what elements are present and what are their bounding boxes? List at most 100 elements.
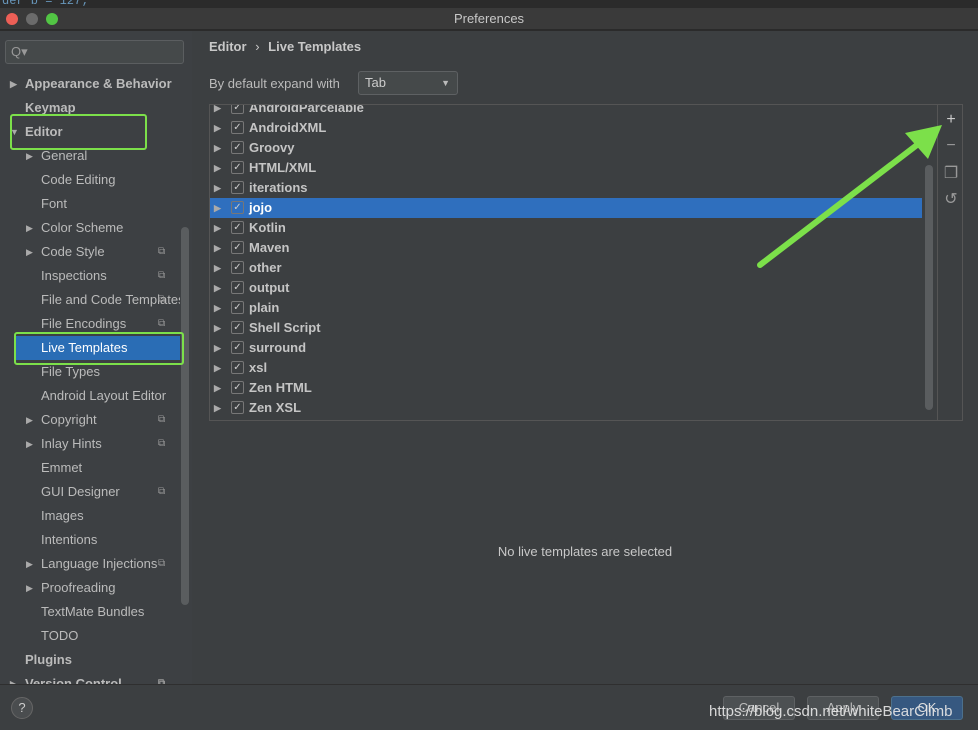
sidebar-item-intentions[interactable]: Intentions [0,528,180,552]
sidebar-item-label: Copyright [41,412,97,427]
breadcrumb-editor[interactable]: Editor [209,39,247,54]
template-group-row[interactable]: ▶ ✓ plain [210,298,922,318]
sidebar-item-label: Emmet [41,460,83,475]
annotation-arrow [757,125,942,268]
expand-arrow-icon[interactable]: ▶ [10,72,17,96]
sidebar-item-label: TODO [41,628,79,643]
sidebar-item-version-control[interactable]: ▶ Version Control ⧉ [0,672,180,684]
template-group-checkbox[interactable]: ✓ [231,241,244,254]
expand-arrow-icon[interactable]: ▶ [214,218,221,238]
expand-arrow-icon[interactable]: ▶ [214,358,221,378]
template-group-checkbox[interactable]: ✓ [231,301,244,314]
expand-arrow-icon[interactable]: ▶ [214,105,221,118]
sidebar-item-label: TextMate Bundles [41,604,145,619]
breadcrumb-separator: › [255,39,260,54]
expand-arrow-icon[interactable]: ▶ [10,672,17,684]
sidebar-item-inlay-hints[interactable]: ▶ Inlay Hints ⧉ [0,432,180,456]
expand-arrow-icon[interactable]: ▶ [26,408,33,432]
live-templates-highlight-box [14,332,184,365]
template-group-row[interactable]: ▶ ✓ xsl [210,358,922,378]
expand-with-value: Tab [365,75,386,90]
template-group-checkbox[interactable]: ✓ [231,201,244,214]
sidebar-item-emmet[interactable]: Emmet [0,456,180,480]
expand-arrow-icon[interactable]: ▶ [214,138,221,158]
sidebar-item-proofreading[interactable]: ▶ Proofreading [0,576,180,600]
template-group-name: other [249,260,282,275]
expand-arrow-icon[interactable]: ▶ [26,216,33,240]
template-group-checkbox[interactable]: ✓ [231,361,244,374]
expand-arrow-icon[interactable]: ▶ [214,158,221,178]
template-group-row[interactable]: ▶ ✓ Zen HTML [210,378,922,398]
template-group-checkbox[interactable]: ✓ [231,281,244,294]
expand-arrow-icon[interactable]: ▶ [214,378,221,398]
sidebar-item-appearance-behavior[interactable]: ▶ Appearance & Behavior [0,72,180,96]
template-group-checkbox[interactable]: ✓ [231,121,244,134]
expand-arrow-icon[interactable]: ▶ [214,338,221,358]
template-group-name: Shell Script [249,320,321,335]
template-group-name: iterations [249,180,308,195]
template-group-checkbox[interactable]: ✓ [231,381,244,394]
sidebar-item-label: Version Control [25,676,122,684]
sidebar-scrollbar[interactable] [181,227,189,605]
expand-arrow-icon[interactable]: ▶ [214,198,221,218]
settings-sidebar: Q▾ ▶ Appearance & Behavior Keymap ▼ Editor ▶ G… [0,31,192,684]
template-group-name: HTML/XML [249,160,317,175]
sidebar-item-language-injections[interactable]: ▶ Language Injections ⧉ [0,552,180,576]
sidebar-item-label: Code Editing [41,172,116,187]
sidebar-item-color-scheme[interactable]: ▶ Color Scheme [0,216,180,240]
template-group-name: surround [249,340,307,355]
expand-with-select[interactable]: Tab ▼ [358,71,458,95]
expand-arrow-icon[interactable]: ▶ [214,318,221,338]
template-group-row[interactable]: ▶ ✓ Shell Script [210,318,922,338]
expand-arrow-icon[interactable]: ▶ [26,240,33,264]
chevron-down-icon: ▼ [441,78,450,88]
template-group-checkbox[interactable]: ✓ [231,321,244,334]
sidebar-item-file-and-code-templates[interactable]: File and Code Templates ⧉ [0,288,180,312]
minimize-window-button[interactable] [26,13,38,25]
search-icon: Q▾ [11,44,28,59]
close-window-button[interactable] [6,13,18,25]
expand-arrow-icon[interactable]: ▶ [214,238,221,258]
template-group-row[interactable]: ▶ ✓ surround [210,338,922,358]
maximize-window-button[interactable] [46,13,58,25]
help-button[interactable]: ? [11,697,33,719]
sidebar-item-code-editing[interactable]: Code Editing [0,168,180,192]
sidebar-item-gui-designer[interactable]: GUI Designer ⧉ [0,480,180,504]
sidebar-item-code-style[interactable]: ▶ Code Style ⧉ [0,240,180,264]
expand-arrow-icon[interactable]: ▶ [26,432,33,456]
settings-search-input[interactable]: Q▾ [5,40,184,64]
sidebar-item-label: Code Style [41,244,105,259]
sidebar-item-label: Color Scheme [41,220,124,235]
sidebar-item-copyright[interactable]: ▶ Copyright ⧉ [0,408,180,432]
sidebar-item-inspections[interactable]: Inspections ⧉ [0,264,180,288]
project-settings-icon: ⧉ [158,294,166,305]
expand-arrow-icon[interactable]: ▶ [214,298,221,318]
expand-arrow-icon[interactable]: ▶ [214,398,221,418]
sidebar-item-textmate-bundles[interactable]: TextMate Bundles [0,600,180,624]
template-group-name: Maven [249,240,290,255]
expand-arrow-icon[interactable]: ▶ [26,552,33,576]
template-group-checkbox[interactable]: ✓ [231,161,244,174]
template-group-checkbox[interactable]: ✓ [231,181,244,194]
template-group-checkbox[interactable]: ✓ [231,261,244,274]
template-group-checkbox[interactable]: ✓ [231,401,244,414]
expand-arrow-icon[interactable]: ▶ [214,178,221,198]
expand-arrow-icon[interactable]: ▶ [214,278,221,298]
sidebar-item-todo[interactable]: TODO [0,624,180,648]
sidebar-item-images[interactable]: Images [0,504,180,528]
sidebar-item-font[interactable]: Font [0,192,180,216]
project-settings-icon: ⧉ [158,678,166,684]
template-group-checkbox[interactable]: ✓ [231,341,244,354]
template-group-checkbox[interactable]: ✓ [231,221,244,234]
template-group-row[interactable]: ▶ ✓ output [210,278,922,298]
sidebar-item-plugins[interactable]: Plugins [0,648,180,672]
sidebar-item-android-layout-editor[interactable]: Android Layout Editor [0,384,180,408]
expand-arrow-icon[interactable]: ▶ [26,576,33,600]
expand-arrow-icon[interactable]: ▶ [214,118,221,138]
title-bar: Preferences [0,8,978,30]
template-group-checkbox[interactable]: ✓ [231,105,244,114]
template-group-row[interactable]: ▶ ✓ Zen XSL [210,398,922,418]
expand-arrow-icon[interactable]: ▶ [214,258,221,278]
project-settings-icon: ⧉ [158,438,166,449]
template-group-checkbox[interactable]: ✓ [231,141,244,154]
